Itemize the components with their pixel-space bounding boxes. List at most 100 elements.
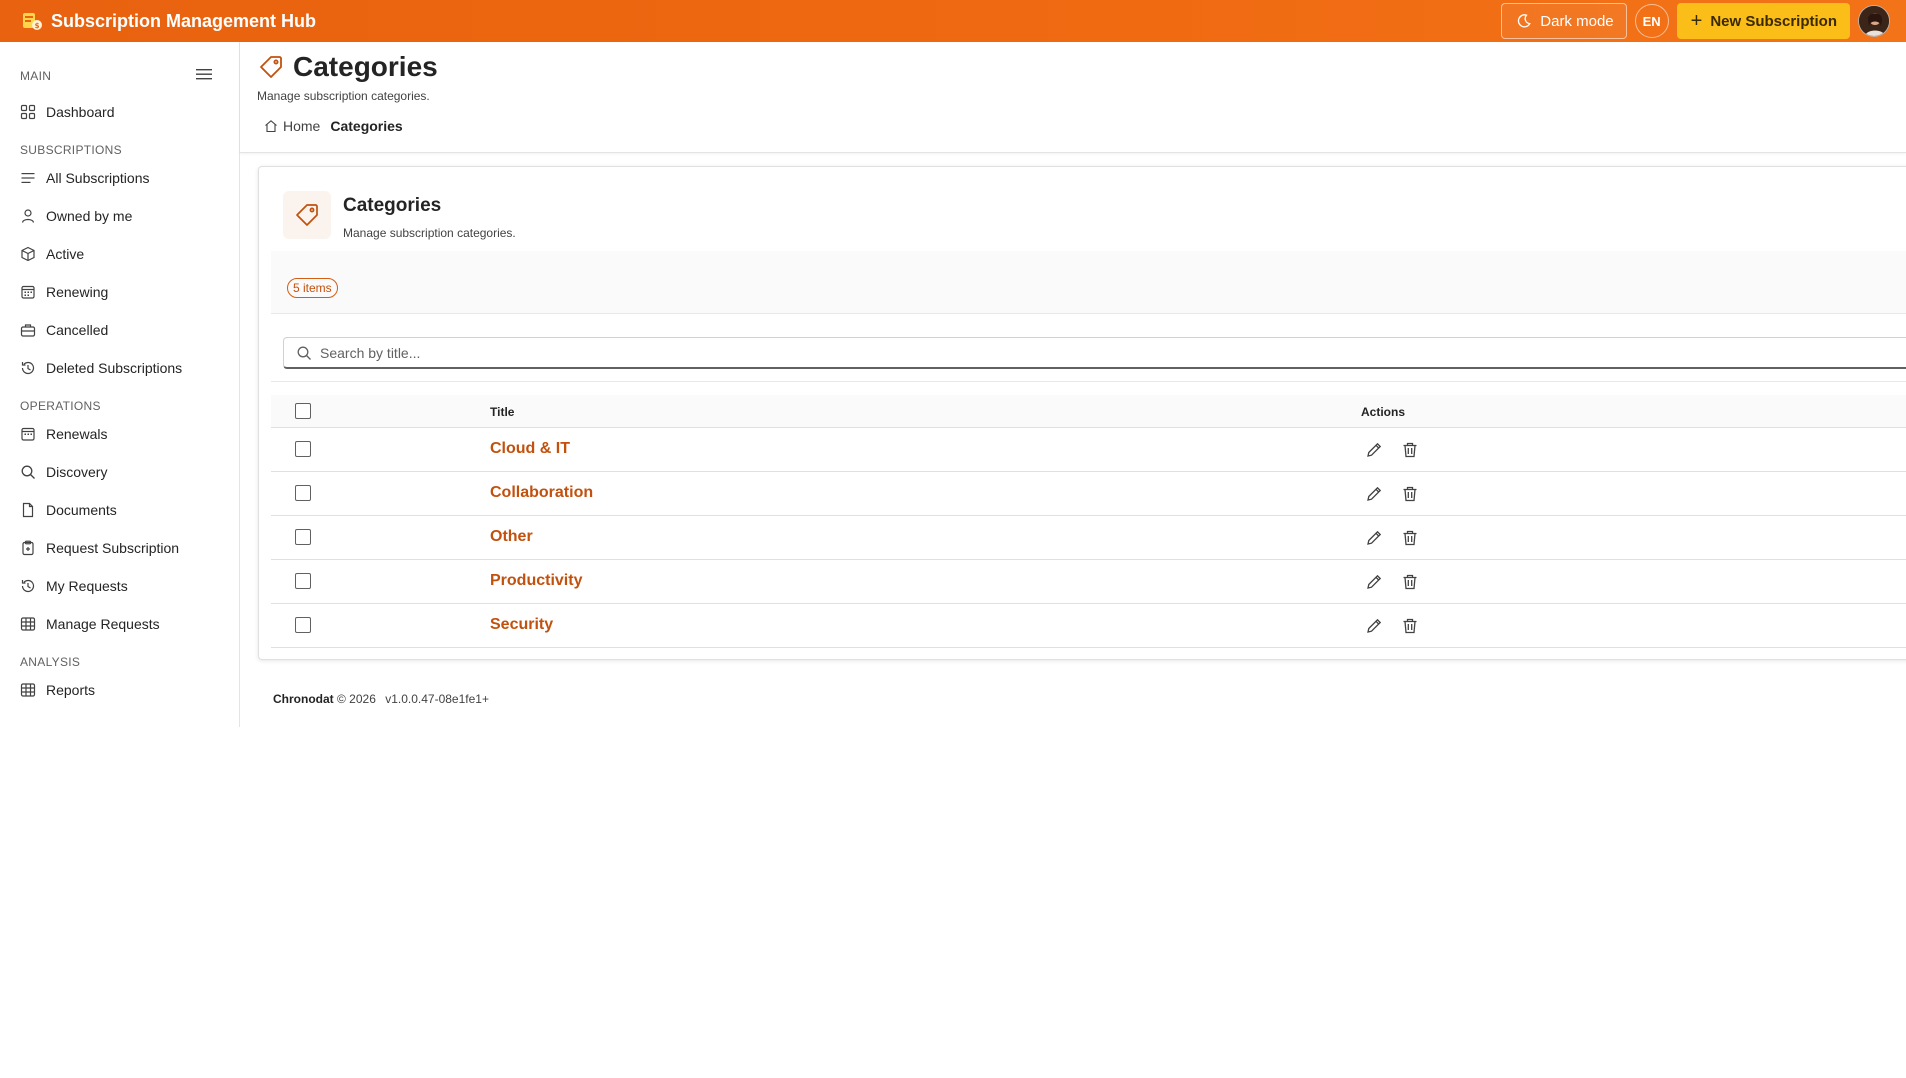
delete-trash-icon[interactable]: [1401, 573, 1419, 591]
row-checkbox[interactable]: [295, 441, 311, 457]
history-icon: [21, 579, 35, 593]
sidebar-item-cancelled[interactable]: Cancelled: [20, 320, 108, 340]
table-row: Other: [271, 516, 1906, 560]
divider: [271, 313, 1906, 314]
dark-mode-label: Dark mode: [1540, 12, 1614, 30]
column-header-actions: Actions: [1361, 405, 1406, 419]
footer: Chronodat © 2026 v1.0.0.47-08e1fe1+: [273, 692, 489, 706]
count-band: [271, 251, 1906, 313]
card-subtitle: Manage subscription categories.: [343, 226, 516, 240]
list-icon: [21, 173, 35, 183]
sidebar: MAIN Dashboard SUBSCRIPTIONS All Subscri…: [0, 42, 240, 727]
delete-trash-icon[interactable]: [1401, 617, 1419, 635]
language-button[interactable]: EN: [1634, 4, 1669, 38]
delete-trash-icon[interactable]: [1401, 485, 1419, 503]
table-header: Title Actions: [271, 395, 1906, 428]
item-count-badge: 5 items: [287, 278, 338, 298]
document-icon: [22, 502, 34, 518]
row-checkbox[interactable]: [295, 529, 311, 545]
sidebar-item-deleted-subscriptions[interactable]: Deleted Subscriptions: [20, 358, 182, 378]
app-logo-icon: $: [21, 10, 43, 32]
category-title-link[interactable]: Security: [490, 616, 553, 634]
table-row: Productivity: [271, 560, 1906, 604]
sidebar-section-main: MAIN: [20, 69, 52, 83]
sidebar-item-renewing[interactable]: Renewing: [20, 282, 108, 302]
moon-icon: [1518, 14, 1532, 28]
calendar-icon: [21, 427, 35, 441]
footer-copyright: © 2026: [337, 692, 376, 706]
svg-text:$: $: [35, 22, 40, 30]
user-avatar[interactable]: [1858, 5, 1890, 37]
table-row: Collaboration: [271, 472, 1906, 516]
language-label: EN: [1642, 13, 1661, 29]
sidebar-item-label: Active: [46, 246, 85, 262]
sidebar-item-discovery[interactable]: Discovery: [20, 462, 107, 482]
plus-icon: +: [1690, 10, 1703, 32]
page-header: Categories Manage subscription categorie…: [240, 42, 1906, 153]
sidebar-item-documents[interactable]: Documents: [20, 500, 117, 520]
search-input[interactable]: [320, 344, 1820, 361]
sidebar-item-label: Documents: [46, 502, 117, 518]
select-all-checkbox[interactable]: [295, 403, 311, 419]
sidebar-item-manage-requests[interactable]: Manage Requests: [20, 614, 160, 634]
sidebar-item-renewals[interactable]: Renewals: [20, 424, 107, 444]
sidebar-item-owned-by-me[interactable]: Owned by me: [20, 206, 132, 226]
breadcrumb-home-link[interactable]: Home: [283, 118, 320, 134]
category-title-link[interactable]: Productivity: [490, 572, 582, 590]
search-icon: [21, 465, 35, 479]
person-icon: [21, 209, 35, 223]
footer-brand: Chronodat: [273, 692, 334, 706]
tag-icon: [258, 54, 284, 85]
category-title-link[interactable]: Cloud & IT: [490, 440, 570, 458]
page-title: Categories: [293, 51, 438, 82]
row-checkbox[interactable]: [295, 617, 311, 633]
sidebar-item-label: Manage Requests: [46, 616, 160, 632]
history-icon: [21, 361, 35, 375]
box-icon: [21, 246, 35, 262]
sidebar-item-label: Cancelled: [46, 322, 109, 338]
table-row: Cloud & IT: [271, 428, 1906, 472]
sidebar-item-label: Deleted Subscriptions: [46, 360, 183, 376]
sidebar-item-label: Renewing: [46, 284, 109, 300]
app-title: Subscription Management Hub: [51, 10, 317, 31]
hamburger-menu-icon[interactable]: [194, 66, 214, 82]
search-box[interactable]: [283, 337, 1906, 369]
divider: [271, 381, 1906, 382]
table-icon: [20, 617, 36, 631]
sidebar-item-label: Reports: [46, 682, 96, 698]
sidebar-section-analysis: ANALYSIS: [20, 655, 81, 669]
category-title-link[interactable]: Other: [490, 528, 533, 546]
sidebar-item-active[interactable]: Active: [20, 244, 84, 264]
row-checkbox[interactable]: [295, 485, 311, 501]
sidebar-item-label: Request Subscription: [46, 540, 180, 556]
edit-pencil-icon[interactable]: [1365, 441, 1383, 459]
sidebar-item-my-requests[interactable]: My Requests: [20, 576, 128, 596]
briefcase-icon: [20, 324, 36, 337]
home-icon: [265, 120, 277, 133]
new-subscription-button[interactable]: + New Subscription: [1676, 3, 1850, 39]
delete-trash-icon[interactable]: [1401, 441, 1419, 459]
sidebar-item-label: My Requests: [46, 578, 128, 594]
top-app-bar: $ Subscription Management Hub Dark mode …: [0, 0, 1906, 42]
calendar-icon: [21, 285, 35, 299]
edit-pencil-icon[interactable]: [1365, 529, 1383, 547]
sidebar-item-reports[interactable]: Reports: [20, 680, 95, 700]
categories-card: Categories Manage subscription categorie…: [258, 166, 1906, 660]
sidebar-item-all-subscriptions[interactable]: All Subscriptions: [20, 168, 150, 188]
column-header-title[interactable]: Title: [490, 405, 514, 419]
clipboard-icon: [22, 540, 34, 556]
delete-trash-icon[interactable]: [1401, 529, 1419, 547]
sidebar-item-label: Renewals: [46, 426, 108, 442]
sidebar-item-label: All Subscriptions: [46, 170, 150, 186]
sidebar-item-request-subscription[interactable]: Request Subscription: [20, 538, 179, 558]
row-checkbox[interactable]: [295, 573, 311, 589]
category-title-link[interactable]: Collaboration: [490, 484, 593, 502]
edit-pencil-icon[interactable]: [1365, 485, 1383, 503]
edit-pencil-icon[interactable]: [1365, 573, 1383, 591]
sidebar-item-dashboard[interactable]: Dashboard: [20, 102, 115, 122]
sidebar-item-label: Discovery: [46, 464, 108, 480]
sidebar-section-subscriptions: SUBSCRIPTIONS: [20, 143, 122, 157]
dark-mode-button[interactable]: Dark mode: [1501, 3, 1627, 39]
table-row: Security: [271, 604, 1906, 648]
edit-pencil-icon[interactable]: [1365, 617, 1383, 635]
